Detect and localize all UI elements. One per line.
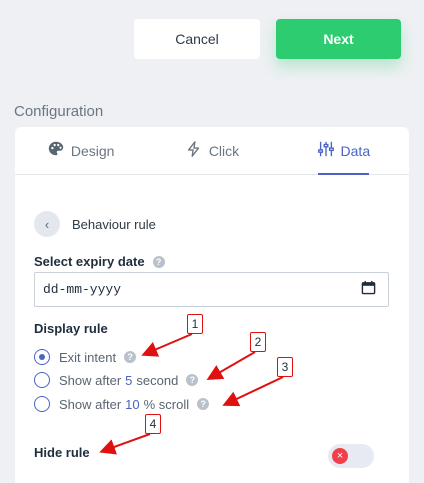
- chevron-left-icon: ‹: [44, 216, 50, 232]
- radio-label-suffix: second: [136, 372, 179, 388]
- display-rule-label: Display rule: [34, 321, 108, 336]
- palette-icon: [47, 140, 65, 161]
- sliders-icon: [317, 140, 335, 161]
- configuration-panel: Design Click Data ‹ Behaviour rule Selec…: [15, 127, 409, 483]
- calendar-icon[interactable]: [361, 280, 376, 299]
- tab-design-label: Design: [70, 142, 115, 159]
- radio-button[interactable]: [34, 349, 50, 365]
- help-icon[interactable]: ?: [186, 374, 199, 386]
- radio-label: Exit intent: [59, 349, 117, 365]
- display-rule-label-text: Display rule: [34, 321, 108, 336]
- tab-design[interactable]: Design: [15, 127, 146, 174]
- tab-click[interactable]: Click: [146, 127, 277, 174]
- radio-show-after-scroll[interactable]: Show after 10 % scroll ?: [34, 396, 210, 412]
- help-icon[interactable]: ?: [152, 255, 165, 268]
- lightning-icon: [185, 140, 203, 161]
- section-title: Configuration: [14, 103, 104, 120]
- back-button[interactable]: ‹: [34, 211, 60, 237]
- radio-label-prefix: Show after: [59, 396, 122, 412]
- radio-label-suffix: % scroll: [143, 396, 190, 412]
- tab-bar: Design Click Data: [15, 127, 409, 175]
- next-button[interactable]: Next: [276, 19, 401, 59]
- expiry-date-label: Select expiry date ?: [34, 254, 165, 269]
- annotation-label-2: 2: [250, 332, 266, 352]
- radio-value[interactable]: 5: [125, 373, 132, 388]
- close-icon: ×: [332, 448, 348, 464]
- help-icon[interactable]: ?: [124, 351, 137, 363]
- radio-value[interactable]: 10: [125, 397, 139, 412]
- expiry-date-input[interactable]: dd-mm-yyyy: [34, 272, 389, 307]
- date-placeholder: dd-mm-yyyy: [43, 282, 122, 297]
- tab-click-label: Click: [208, 142, 240, 159]
- radio-label-prefix: Show after: [59, 372, 122, 388]
- behaviour-rule-header: ‹ Behaviour rule: [34, 211, 156, 237]
- hide-rule-label-text: Hide rule: [34, 445, 90, 460]
- tab-data[interactable]: Data: [278, 127, 409, 175]
- annotation-label-1: 1: [187, 314, 203, 334]
- behaviour-rule-title: Behaviour rule: [72, 216, 156, 232]
- annotation-label-3: 3: [277, 357, 293, 377]
- help-icon[interactable]: ?: [197, 398, 210, 410]
- annotation-label-4: 4: [145, 414, 161, 434]
- tab-data-label: Data: [340, 142, 371, 159]
- cancel-button[interactable]: Cancel: [134, 19, 260, 59]
- radio-show-after-seconds[interactable]: Show after 5 second ?: [34, 372, 199, 388]
- hide-rule-label: Hide rule: [34, 445, 90, 460]
- radio-button[interactable]: [34, 372, 50, 388]
- expiry-date-label-text: Select expiry date: [34, 254, 145, 269]
- radio-exit-intent[interactable]: Exit intent ?: [34, 349, 137, 365]
- radio-button[interactable]: [34, 396, 50, 412]
- hide-rule-toggle[interactable]: ×: [328, 444, 374, 468]
